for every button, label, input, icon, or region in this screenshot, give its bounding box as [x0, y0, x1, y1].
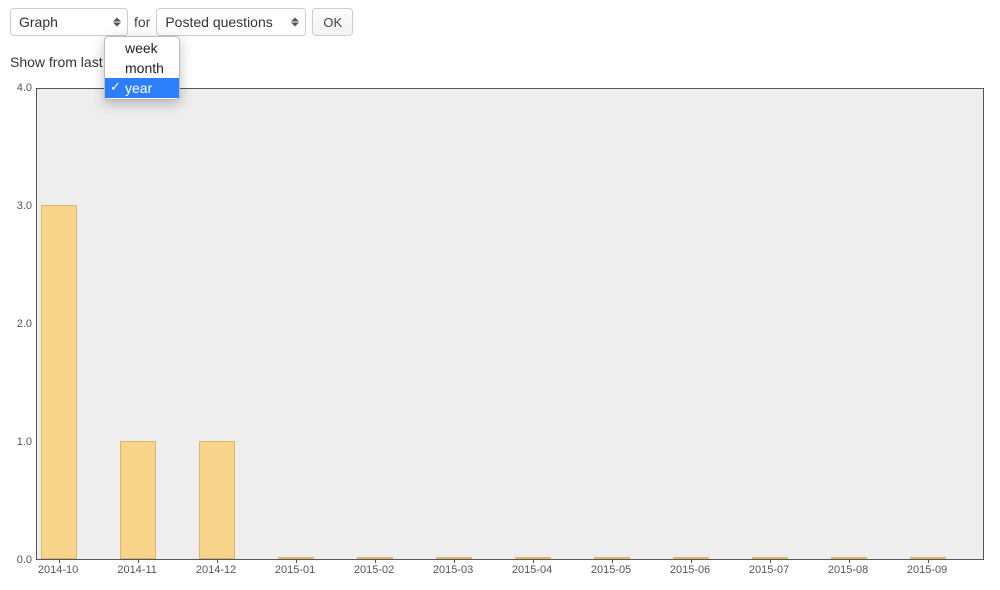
- x-tick-label: 2015-01: [275, 564, 315, 576]
- range-dropdown[interactable]: weekmonthyear: [104, 36, 180, 100]
- x-tick: [770, 559, 771, 563]
- y-tick-label: 4.0: [10, 82, 32, 94]
- x-tick: [928, 559, 929, 563]
- x-tick: [59, 559, 60, 563]
- range-option-week[interactable]: week: [105, 38, 179, 58]
- y-tick-label: 1.0: [10, 436, 32, 448]
- x-tick: [138, 559, 139, 563]
- y-tick-label: 2.0: [10, 318, 32, 330]
- x-tick-label: 2015-09: [907, 564, 947, 576]
- controls-bar: Graph for Posted questions OK weekmonthy…: [10, 8, 990, 36]
- x-tick: [849, 559, 850, 563]
- x-tick: [454, 559, 455, 563]
- ok-button[interactable]: OK: [312, 8, 353, 36]
- view-select[interactable]: Graph: [10, 8, 128, 36]
- x-tick-label: 2014-11: [117, 564, 157, 576]
- x-tick-label: 2015-04: [512, 564, 552, 576]
- x-tick: [612, 559, 613, 563]
- bar: [199, 441, 235, 559]
- x-tick: [217, 559, 218, 563]
- x-tick-label: 2015-08: [828, 564, 868, 576]
- view-select-value: Graph: [19, 14, 58, 30]
- metric-select-value: Posted questions: [165, 14, 272, 30]
- x-tick: [691, 559, 692, 563]
- updown-icon: [291, 18, 299, 27]
- range-prefix: Show from last: [10, 54, 103, 70]
- x-tick-label: 2014-10: [38, 564, 78, 576]
- x-tick-label: 2015-06: [670, 564, 710, 576]
- x-tick-label: 2014-12: [196, 564, 236, 576]
- y-tick-label: 0.0: [10, 554, 32, 566]
- range-option-month[interactable]: month: [105, 58, 179, 78]
- x-tick-label: 2015-05: [591, 564, 631, 576]
- x-tick: [296, 559, 297, 563]
- x-tick-label: 2015-03: [433, 564, 473, 576]
- x-tick: [533, 559, 534, 563]
- x-tick: [375, 559, 376, 563]
- bar: [120, 441, 156, 559]
- for-label: for: [134, 14, 150, 30]
- chart: 0.0 1.0 2.0 3.0 4.0 2014-10 2014-11 2014-12 201…: [10, 84, 984, 582]
- bar: [41, 205, 77, 559]
- x-tick-label: 2015-07: [749, 564, 789, 576]
- metric-select[interactable]: Posted questions: [156, 8, 306, 36]
- y-tick-label: 3.0: [10, 200, 32, 212]
- range-option-year[interactable]: year: [105, 78, 179, 98]
- updown-icon: [113, 18, 121, 27]
- plot-area: [36, 88, 984, 560]
- x-tick-label: 2015-02: [354, 564, 394, 576]
